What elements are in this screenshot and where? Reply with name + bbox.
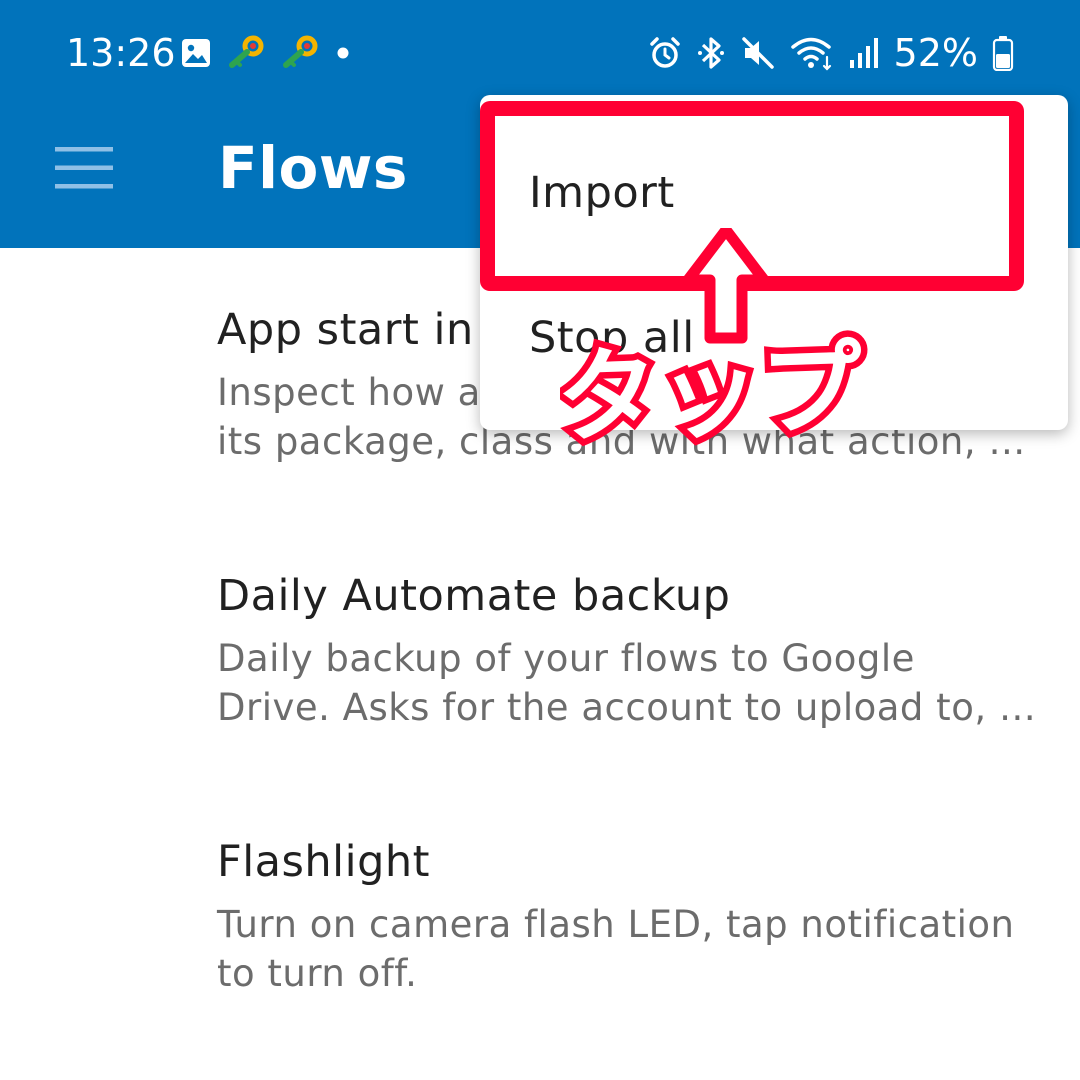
flow-list-item[interactable]: Daily Automate backup Daily backup of yo…	[0, 514, 1080, 780]
flow-list-item[interactable]: Flashlight Turn on camera flash LED, tap…	[0, 780, 1080, 1046]
flow-title: App start in	[217, 305, 474, 355]
flow-title: Daily Automate backup	[217, 571, 731, 621]
battery-percent: 52%	[893, 31, 978, 75]
alarm-icon	[648, 36, 682, 70]
navigation-menu-button[interactable]	[48, 132, 120, 204]
status-bar: 13:26 52%	[0, 0, 1080, 104]
status-notification-icons	[180, 34, 352, 72]
flow-title: Flashlight	[217, 837, 430, 887]
gallery-icon	[180, 37, 212, 69]
key-icon	[226, 35, 266, 71]
flow-description: Turn on camera flash LED, tap notificati…	[217, 903, 1015, 995]
status-time: 13:26	[66, 31, 176, 75]
status-system-icons: 52%	[648, 30, 1014, 76]
overflow-popup-menu: Import Stop all	[480, 95, 1068, 430]
dot-icon	[334, 44, 352, 62]
hamburger-menu-icon	[55, 147, 113, 189]
page-title: Flows	[218, 134, 408, 202]
menu-item-label: Stop all	[529, 313, 695, 363]
menu-item-label: Import	[529, 168, 675, 218]
flow-description: Daily backup of your flows to Google Dri…	[217, 637, 1037, 729]
battery-icon	[992, 35, 1014, 71]
key-icon	[280, 35, 320, 71]
wifi-icon	[790, 35, 834, 71]
menu-item-import[interactable]: Import	[480, 115, 1068, 275]
bluetooth-icon	[696, 35, 726, 71]
menu-item-stop-all[interactable]: Stop all	[480, 260, 1068, 420]
mute-icon	[740, 35, 776, 71]
signal-icon	[848, 36, 880, 70]
